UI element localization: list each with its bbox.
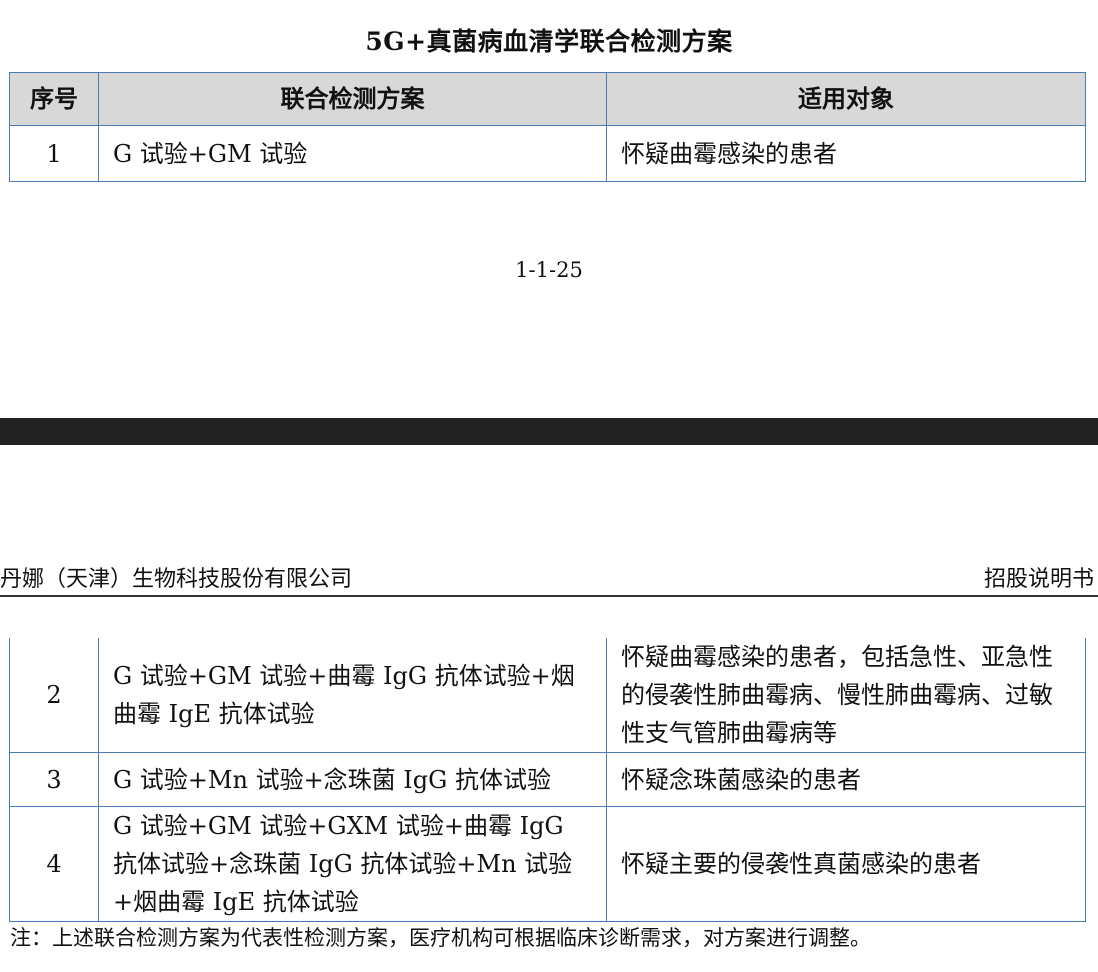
scheme-table-page2: 2 G 试验+GM 试验+曲霉 IgG 抗体试验+烟曲霉 IgE 抗体试验 怀疑… [9, 638, 1086, 922]
page-header-doc-type: 招股说明书 [983, 567, 1094, 592]
scheme-table-page1: 序号 联合检测方案 适用对象 1 G 试验+GM 试验 怀疑曲霉感染的患者 [9, 72, 1086, 182]
row-target: 怀疑曲霉感染的患者，包括急性、亚急性的侵袭性肺曲霉病、慢性肺曲霉病、过敏性支气管… [606, 638, 1086, 753]
header-scheme: 联合检测方案 [98, 72, 607, 126]
row-no: 3 [9, 752, 99, 807]
page-separator [0, 418, 1098, 445]
row-target: 怀疑主要的侵袭性真菌感染的患者 [606, 806, 1086, 922]
header-no: 序号 [9, 72, 99, 126]
footnote: 注：上述联合检测方案为代表性检测方案，医疗机构可根据临床诊断需求，对方案进行调整… [10, 926, 871, 950]
table-header-row: 序号 联合检测方案 适用对象 [9, 72, 1086, 126]
header-divider [0, 595, 1098, 597]
table-row: 1 G 试验+GM 试验 怀疑曲霉感染的患者 [9, 125, 1086, 182]
header-target: 适用对象 [606, 72, 1086, 126]
table-title: 5G+真菌病血清学联合检测方案 [365, 27, 733, 56]
row-target: 怀疑曲霉感染的患者 [606, 125, 1086, 182]
table-row: 3 G 试验+Mn 试验+念珠菌 IgG 抗体试验 怀疑念珠菌感染的患者 [9, 752, 1086, 807]
page-number: 1-1-25 [515, 258, 583, 282]
row-scheme: G 试验+GM 试验+GXM 试验+曲霉 IgG 抗体试验+念珠菌 IgG 抗体… [98, 806, 607, 922]
row-no: 4 [9, 806, 99, 922]
table-row: 4 G 试验+GM 试验+GXM 试验+曲霉 IgG 抗体试验+念珠菌 IgG … [9, 806, 1086, 922]
table-row: 2 G 试验+GM 试验+曲霉 IgG 抗体试验+烟曲霉 IgE 抗体试验 怀疑… [9, 638, 1086, 753]
row-no: 1 [9, 125, 99, 182]
row-scheme: G 试验+Mn 试验+念珠菌 IgG 抗体试验 [98, 752, 607, 807]
row-scheme: G 试验+GM 试验 [98, 125, 607, 182]
row-scheme: G 试验+GM 试验+曲霉 IgG 抗体试验+烟曲霉 IgE 抗体试验 [98, 638, 607, 753]
page-header-company: 丹娜（天津）生物科技股份有限公司 [0, 567, 353, 592]
row-no: 2 [9, 638, 99, 753]
row-target: 怀疑念珠菌感染的患者 [606, 752, 1086, 807]
